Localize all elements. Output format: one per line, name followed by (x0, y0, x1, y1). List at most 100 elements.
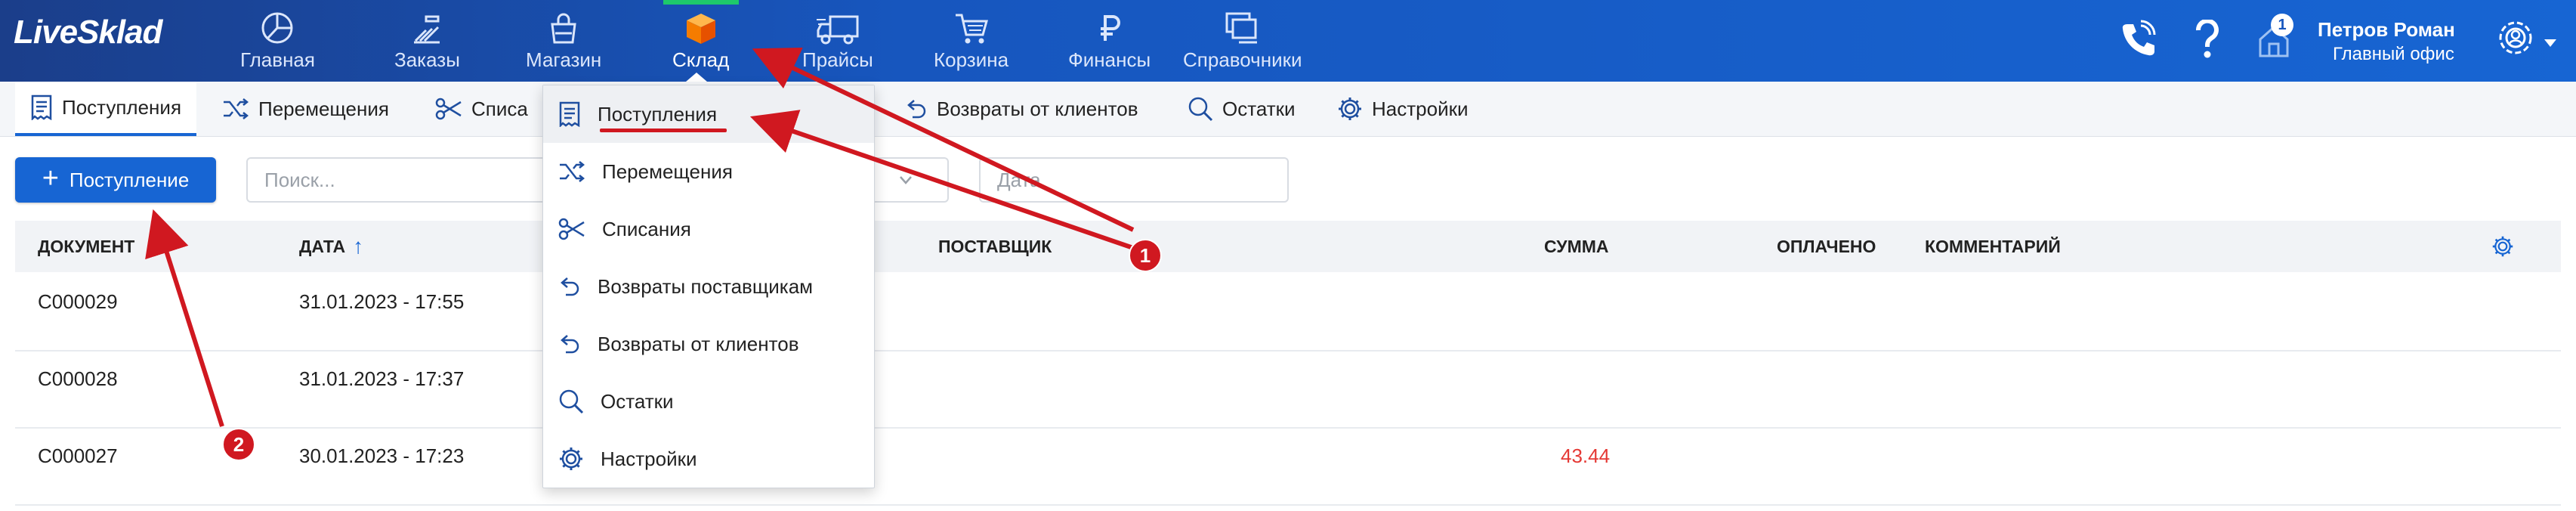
return-arrow-icon (558, 333, 581, 355)
shuffle-icon (222, 98, 249, 120)
nav-item-warehouse[interactable]: Склад (672, 11, 729, 71)
nav-item-finance[interactable]: Финансы (1068, 11, 1151, 71)
annotation-badge-1: 1 (1129, 239, 1162, 272)
date-input[interactable]: Дата (979, 157, 1289, 203)
subnav-tab-client-returns[interactable]: Возвраты от клиентов (905, 82, 1138, 136)
column-header-sum[interactable]: СУММА (1544, 221, 1609, 272)
subnav-tab-label: Перемещения (258, 97, 389, 120)
notification-count-badge: 1 (2271, 14, 2293, 36)
cell-document: C000029 (38, 290, 118, 313)
nav-item-orders[interactable]: Заказы (394, 11, 460, 71)
subnav-tab-label: Списа (471, 97, 528, 120)
nav-item-directories[interactable]: Справочники (1183, 11, 1302, 71)
active-section-indicator (663, 0, 739, 5)
directory-icon (1224, 11, 1262, 45)
nav-item-prices[interactable]: Прайсы (802, 11, 873, 71)
highlight-underline (600, 129, 727, 132)
menu-item-label: Поступления (598, 102, 718, 125)
table-row[interactable]: C000029 31.01.2023 - 17:55 (15, 274, 2561, 352)
subnav-tab-stock[interactable]: Остатки (1188, 82, 1296, 136)
user-office[interactable]: Главный офис (2333, 44, 2454, 65)
menu-item-settings[interactable]: Настройки (543, 430, 874, 488)
menu-item-client-returns[interactable]: Возвраты от клиентов (543, 315, 874, 373)
return-arrow-icon (558, 275, 581, 298)
phone-icon[interactable] (2120, 20, 2156, 59)
cell-document: C000027 (38, 444, 118, 467)
cart-icon (953, 11, 990, 45)
nav-label: Главная (240, 48, 315, 71)
menu-item-writeoffs[interactable]: Списания (543, 200, 874, 258)
table-row[interactable]: C000028 31.01.2023 - 17:37 (15, 351, 2561, 429)
shop-bag-icon (546, 11, 581, 45)
filter-select[interactable] (876, 157, 949, 203)
orders-icon (409, 11, 444, 45)
menu-item-supplier-returns[interactable]: Возвраты поставщикам (543, 258, 874, 315)
subnav-tab-label: Возвраты от клиентов (937, 97, 1138, 120)
column-header-document[interactable]: ДОКУМЕНТ (38, 221, 134, 272)
menu-item-label: Возвраты поставщикам (598, 274, 814, 298)
sub-navigation: Поступления Перемещения Списа Возвраты о… (0, 82, 2576, 137)
table-header: ДОКУМЕНТ ДАТА ↑ ПОСТАВЩИК СУММА ОПЛАЧЕНО… (15, 221, 2561, 272)
subnav-tab-transfers[interactable]: Перемещения (222, 82, 389, 136)
menu-item-stock[interactable]: Остатки (543, 373, 874, 430)
nav-item-cart[interactable]: Корзина (934, 11, 1008, 71)
chevron-down-icon[interactable] (2543, 38, 2558, 48)
table-row[interactable]: C000027 30.01.2023 - 17:23 43.44 (15, 428, 2561, 506)
add-receipt-label: Поступление (69, 168, 190, 191)
nav-label: Финансы (1068, 48, 1151, 71)
sort-asc-icon: ↑ (353, 234, 364, 258)
app-logo[interactable]: LiveSklad (14, 14, 162, 51)
user-name[interactable]: Петров Роман (2318, 18, 2455, 42)
cell-date: 31.01.2023 - 17:37 (299, 367, 465, 390)
truck-icon (815, 11, 860, 45)
plus-icon: + (42, 163, 59, 194)
menu-item-label: Списания (602, 217, 691, 240)
nav-label: Справочники (1183, 48, 1302, 71)
column-header-paid[interactable]: ОПЛАЧЕНО (1777, 221, 1876, 272)
return-arrow-icon (905, 98, 928, 120)
help-icon[interactable] (2194, 20, 2221, 59)
nav-label: Прайсы (802, 48, 873, 71)
cell-date: 31.01.2023 - 17:55 (299, 290, 465, 313)
subnav-tab-settings[interactable]: Настройки (1337, 82, 1469, 136)
warehouse-dropdown-menu: Поступления Перемещения Списания Возврат… (542, 85, 875, 488)
menu-item-transfers[interactable]: Перемещения (543, 143, 874, 200)
nav-label: Заказы (394, 48, 460, 71)
nav-item-shop[interactable]: Магазин (526, 11, 601, 71)
date-placeholder: Дата (997, 168, 1041, 191)
shuffle-icon (558, 160, 585, 183)
add-receipt-button[interactable]: + Поступление (15, 157, 216, 203)
top-navigation-bar: LiveSklad Главная Заказы Магазин Склад П… (0, 0, 2576, 82)
column-header-date-label: ДАТА (299, 236, 346, 256)
menu-item-receipts[interactable]: Поступления (543, 85, 874, 143)
chevron-down-icon (900, 176, 912, 184)
column-header-date[interactable]: ДАТА ↑ (299, 221, 363, 272)
cell-document: C000028 (38, 367, 118, 390)
subnav-tab-receipts[interactable]: Поступления (15, 82, 197, 136)
table-settings-gear-icon[interactable] (2491, 221, 2514, 272)
receipt-icon (30, 94, 53, 120)
gear-icon (1337, 96, 1363, 122)
scissors-icon (558, 218, 585, 240)
menu-item-label: Остатки (601, 389, 674, 413)
menu-item-label: Возвраты от клиентов (598, 332, 799, 355)
search-icon (558, 389, 584, 414)
column-header-comment[interactable]: КОММЕНТАРИЙ (1925, 221, 2061, 272)
annotation-badge-2: 2 (222, 428, 255, 461)
subnav-tab-writeoffs[interactable]: Списа (435, 82, 528, 136)
subnav-tab-label: Настройки (1372, 97, 1469, 120)
menu-item-label: Перемещения (602, 159, 733, 183)
warehouse-box-icon (684, 11, 718, 45)
receipt-icon (558, 101, 581, 127)
nav-label: Склад (672, 48, 730, 71)
cell-date: 30.01.2023 - 17:23 (299, 444, 465, 467)
ruble-icon (1095, 11, 1125, 45)
column-header-supplier[interactable]: ПОСТАВЩИК (938, 221, 1052, 272)
subnav-tab-label: Поступления (62, 95, 182, 119)
user-settings-gear-icon[interactable] (2491, 17, 2540, 62)
gear-icon (558, 446, 584, 472)
search-icon (1188, 96, 1213, 122)
nav-item-home[interactable]: Главная (240, 11, 315, 71)
cell-sum: 43.44 (1561, 444, 1611, 467)
nav-label: Корзина (934, 48, 1009, 71)
